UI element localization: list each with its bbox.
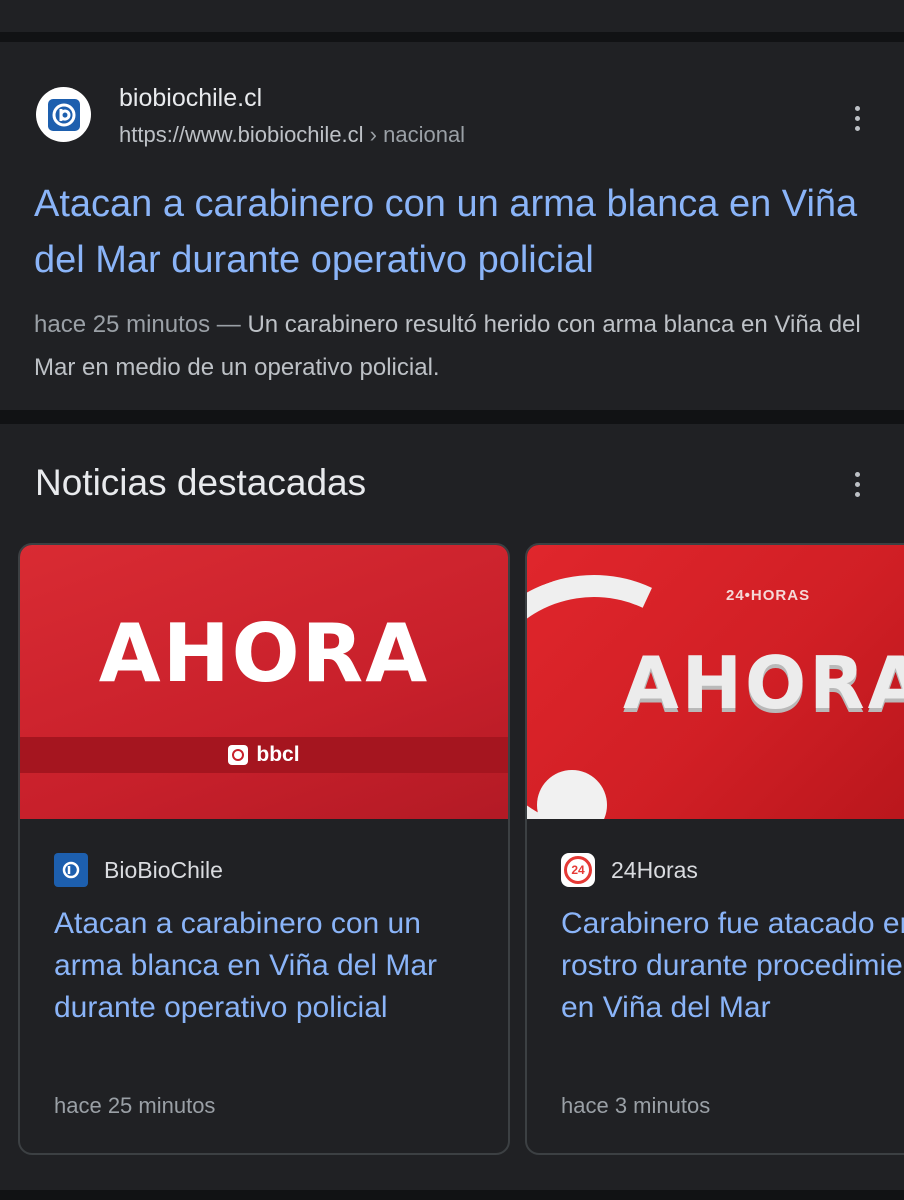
- 24horas-icon-text: 24: [564, 856, 592, 884]
- section-more-vert-icon[interactable]: [845, 467, 869, 501]
- result-more-vert-icon[interactable]: [845, 101, 869, 135]
- news-card-24horas[interactable]: 24•HORAS AHORA 24 24Horas Carabinero fue…: [525, 543, 904, 1155]
- news-card-biobiochile[interactable]: AHORA bbcl BioBioChile Atacan a carabine…: [18, 543, 510, 1155]
- result-title-link[interactable]: Atacan a carabinero con un arma blanca e…: [34, 176, 874, 288]
- result-url-base: https://www.biobiochile.cl: [119, 122, 364, 147]
- news-card-age: hace 25 minutos: [54, 1093, 216, 1118]
- biobiochile-logo-icon[interactable]: [36, 87, 91, 142]
- news-source-name: 24Horas: [611, 856, 698, 883]
- news-thumbnail: AHORA bbcl: [20, 545, 508, 819]
- news-thumbnail: 24•HORAS AHORA: [527, 545, 904, 819]
- biobiochile-source-icon: [54, 853, 88, 887]
- news-source: 24 24Horas: [561, 853, 698, 887]
- news-source: BioBioChile: [54, 853, 223, 887]
- news-card-title[interactable]: Carabinero fue atacado en el rostro dura…: [561, 903, 904, 1029]
- result-site-name[interactable]: biobiochile.cl: [119, 84, 262, 113]
- news-card-title[interactable]: Atacan a carabinero con un arma blanca e…: [54, 903, 494, 1029]
- thumbnail-brand: bbcl: [20, 743, 508, 767]
- thumbnail-headline-text: AHORA: [623, 641, 904, 725]
- result-snippet: hace 25 minutos — Un carabinero resultó …: [34, 303, 874, 389]
- result-age: hace 25 minutos: [34, 311, 211, 338]
- section-title: Noticias destacadas: [35, 462, 367, 503]
- result-breadcrumb: › nacional: [363, 122, 466, 147]
- bbcl-logo-icon: [228, 745, 249, 765]
- thumbnail-brand-text: bbcl: [256, 743, 300, 766]
- thumbnail-brand-text: 24•HORAS: [726, 587, 811, 604]
- result-url[interactable]: https://www.biobiochile.cl › nacional: [119, 122, 465, 148]
- top-result-strip: [0, 0, 904, 32]
- news-card-age: hace 3 minutos: [561, 1093, 711, 1118]
- news-source-name: BioBioChile: [104, 856, 223, 883]
- snippet-separator: —: [210, 311, 248, 338]
- 24horas-source-icon: 24: [561, 853, 595, 887]
- thumbnail-headline-text: AHORA: [98, 607, 430, 700]
